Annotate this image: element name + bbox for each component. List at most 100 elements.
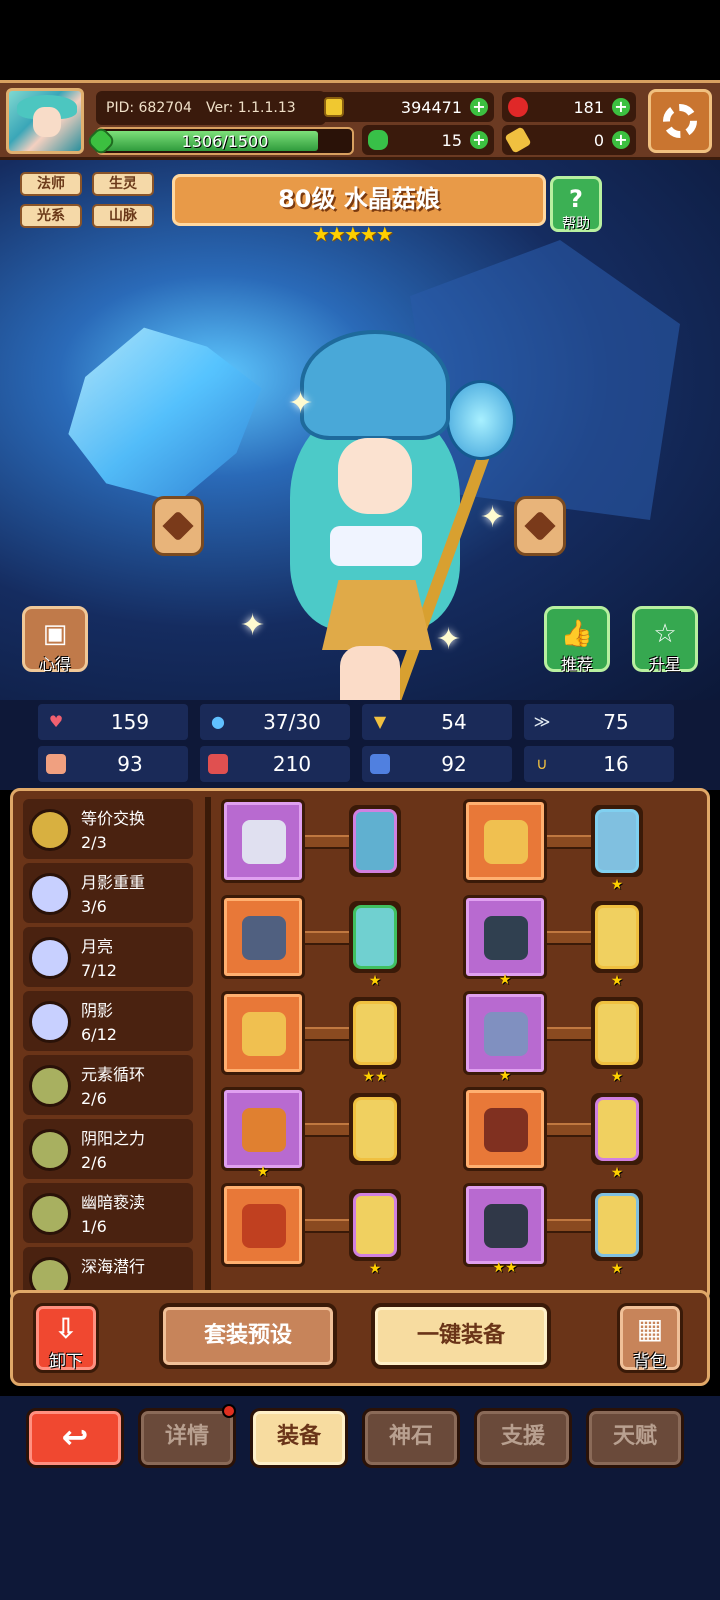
gem-socket[interactable]: ★	[591, 997, 643, 1085]
gem-icon	[595, 1097, 639, 1161]
gem-stars: ★	[610, 877, 624, 893]
coin-icon	[324, 97, 344, 117]
notification-dot	[222, 1404, 236, 1418]
tab-support[interactable]: 支援	[474, 1408, 572, 1468]
add-key-button[interactable]: +	[612, 131, 630, 149]
tab-talent[interactable]: 天赋	[586, 1408, 684, 1468]
bag-button[interactable]: ▦ 背包	[617, 1303, 683, 1373]
crown-icon	[484, 820, 528, 864]
gem-icon	[353, 1001, 397, 1065]
pot-item[interactable]	[221, 1183, 305, 1267]
gem-icon	[595, 1193, 639, 1257]
notes-icon: ▣	[42, 619, 68, 649]
tab-details[interactable]: 详情	[138, 1408, 236, 1468]
add-clover-button[interactable]: +	[470, 131, 488, 149]
set-bonus-list[interactable]: 等价交换 2/3 月影重重 3/6 月亮 7/12 阴影 6/12 元素循环 2/6 阴阳之力 2/6…	[23, 799, 199, 1291]
tab-equipment[interactable]: 装备	[250, 1408, 348, 1468]
boots-item[interactable]: ★★	[463, 1183, 547, 1276]
stat-magic: 210	[200, 746, 350, 782]
gem-socket[interactable]: ★	[591, 1189, 643, 1277]
tag-element[interactable]: 光系	[20, 204, 82, 228]
clover-icon	[368, 130, 388, 150]
set-bonus-item[interactable]: 深海潜行	[23, 1247, 193, 1291]
boots-icon	[484, 1204, 528, 1248]
tag-terrain[interactable]: 山脉	[92, 204, 154, 228]
upstar-button[interactable]: ☆ 升星	[632, 606, 698, 674]
back-button[interactable]: ↩	[26, 1408, 124, 1468]
gauntlet-item[interactable]: ★	[463, 991, 547, 1084]
slot-link	[305, 1027, 355, 1041]
set-coin-icon	[29, 809, 71, 851]
item-stars: ★	[256, 1164, 270, 1180]
add-coins-button[interactable]: +	[470, 98, 488, 116]
gear-icon	[663, 104, 697, 138]
wrench-item[interactable]	[221, 799, 305, 883]
question-icon: ?	[569, 185, 583, 213]
set-count: 1/6	[81, 1217, 107, 1236]
tab-godstone[interactable]: 神石	[362, 1408, 460, 1468]
rune-heart-icon	[162, 510, 194, 542]
slot-link	[547, 1219, 597, 1233]
gem-socket[interactable]: ★	[591, 1093, 643, 1181]
rune-heart-icon	[524, 510, 556, 542]
recommend-label: 推荐	[560, 655, 593, 674]
ruby-icon	[508, 97, 528, 117]
set-bonus-item[interactable]: 月亮 7/12	[23, 927, 193, 987]
set-bonus-item[interactable]: 月影重重 3/6	[23, 863, 193, 923]
unequip-button[interactable]: ⇩ 卸下	[33, 1303, 99, 1373]
crown-item[interactable]	[463, 799, 547, 883]
preset-button[interactable]: 套装预设	[159, 1303, 337, 1369]
gem-socket[interactable]: ★★	[349, 997, 401, 1085]
tag-race[interactable]: 生灵	[92, 172, 154, 196]
set-count: 6/12	[81, 1025, 117, 1044]
gem-socket[interactable]: ★	[591, 805, 643, 893]
set-bonus-item[interactable]: 元素循环 2/6	[23, 1055, 193, 1115]
set-bonus-item[interactable]: 等价交换 2/3	[23, 799, 193, 859]
boot-icon	[370, 754, 390, 774]
rune-left-icon[interactable]	[152, 496, 204, 556]
dagger-item[interactable]	[221, 895, 305, 979]
set-count: 2/6	[81, 1153, 107, 1172]
top-header: PID: 682704 Ver: 1.1.1.13 394471 + 181 +…	[0, 80, 720, 160]
slot-link	[547, 1123, 597, 1137]
set-name: 等价交换	[81, 809, 146, 828]
orb-icon	[242, 1108, 286, 1152]
gem-icon	[353, 809, 397, 873]
gem-socket[interactable]: ★	[349, 1189, 401, 1277]
book-icon	[208, 754, 228, 774]
settings-button[interactable]	[648, 89, 712, 153]
help-button[interactable]: ? 帮助	[550, 176, 602, 232]
ruby-value: 181	[573, 97, 604, 117]
slot-link	[305, 835, 355, 849]
set-count: 3/6	[81, 897, 107, 916]
stat-attack: 93	[38, 746, 188, 782]
slot-link	[305, 931, 355, 945]
gem-socket[interactable]: ★	[591, 901, 643, 989]
gem-socket[interactable]: ★	[349, 901, 401, 989]
gem-socket[interactable]	[349, 805, 401, 877]
tag-class[interactable]: 法师	[20, 172, 82, 196]
clover-value: 15	[441, 130, 462, 150]
gem-stars: ★	[610, 1261, 624, 1277]
armor-item[interactable]: ★	[463, 895, 547, 988]
stat-luck: ∪ 16	[524, 746, 674, 782]
recommend-button[interactable]: 👍 推荐	[544, 606, 610, 674]
set-name: 幽暗亵渎	[81, 1193, 146, 1212]
set-bonus-item[interactable]: 阴阳之力 2/6	[23, 1119, 193, 1179]
hero-top	[330, 526, 422, 566]
equip-all-button[interactable]: 一键装备	[371, 1303, 551, 1369]
equipment-panel: 等价交换 2/3 月影重重 3/6 月亮 7/12 阴影 6/12 元素循环 2/6 阴阳之力 2/6…	[10, 788, 710, 1302]
set-name: 阴阳之力	[81, 1129, 146, 1148]
set-bonus-item[interactable]: 阴影 6/12	[23, 991, 193, 1051]
notes-button[interactable]: ▣ 心得	[22, 606, 88, 674]
player-avatar[interactable]	[6, 88, 84, 154]
ring-item[interactable]	[463, 1087, 547, 1171]
gem-socket[interactable]	[349, 1093, 401, 1165]
necklace-item[interactable]	[221, 991, 305, 1075]
set-bonus-item[interactable]: 幽暗亵渎 1/6	[23, 1183, 193, 1243]
add-ruby-button[interactable]: +	[612, 98, 630, 116]
set-coin-icon	[29, 1065, 71, 1107]
rune-right-icon[interactable]	[514, 496, 566, 556]
orb-item[interactable]: ★	[221, 1087, 305, 1180]
hero-staff-orb	[446, 380, 516, 460]
